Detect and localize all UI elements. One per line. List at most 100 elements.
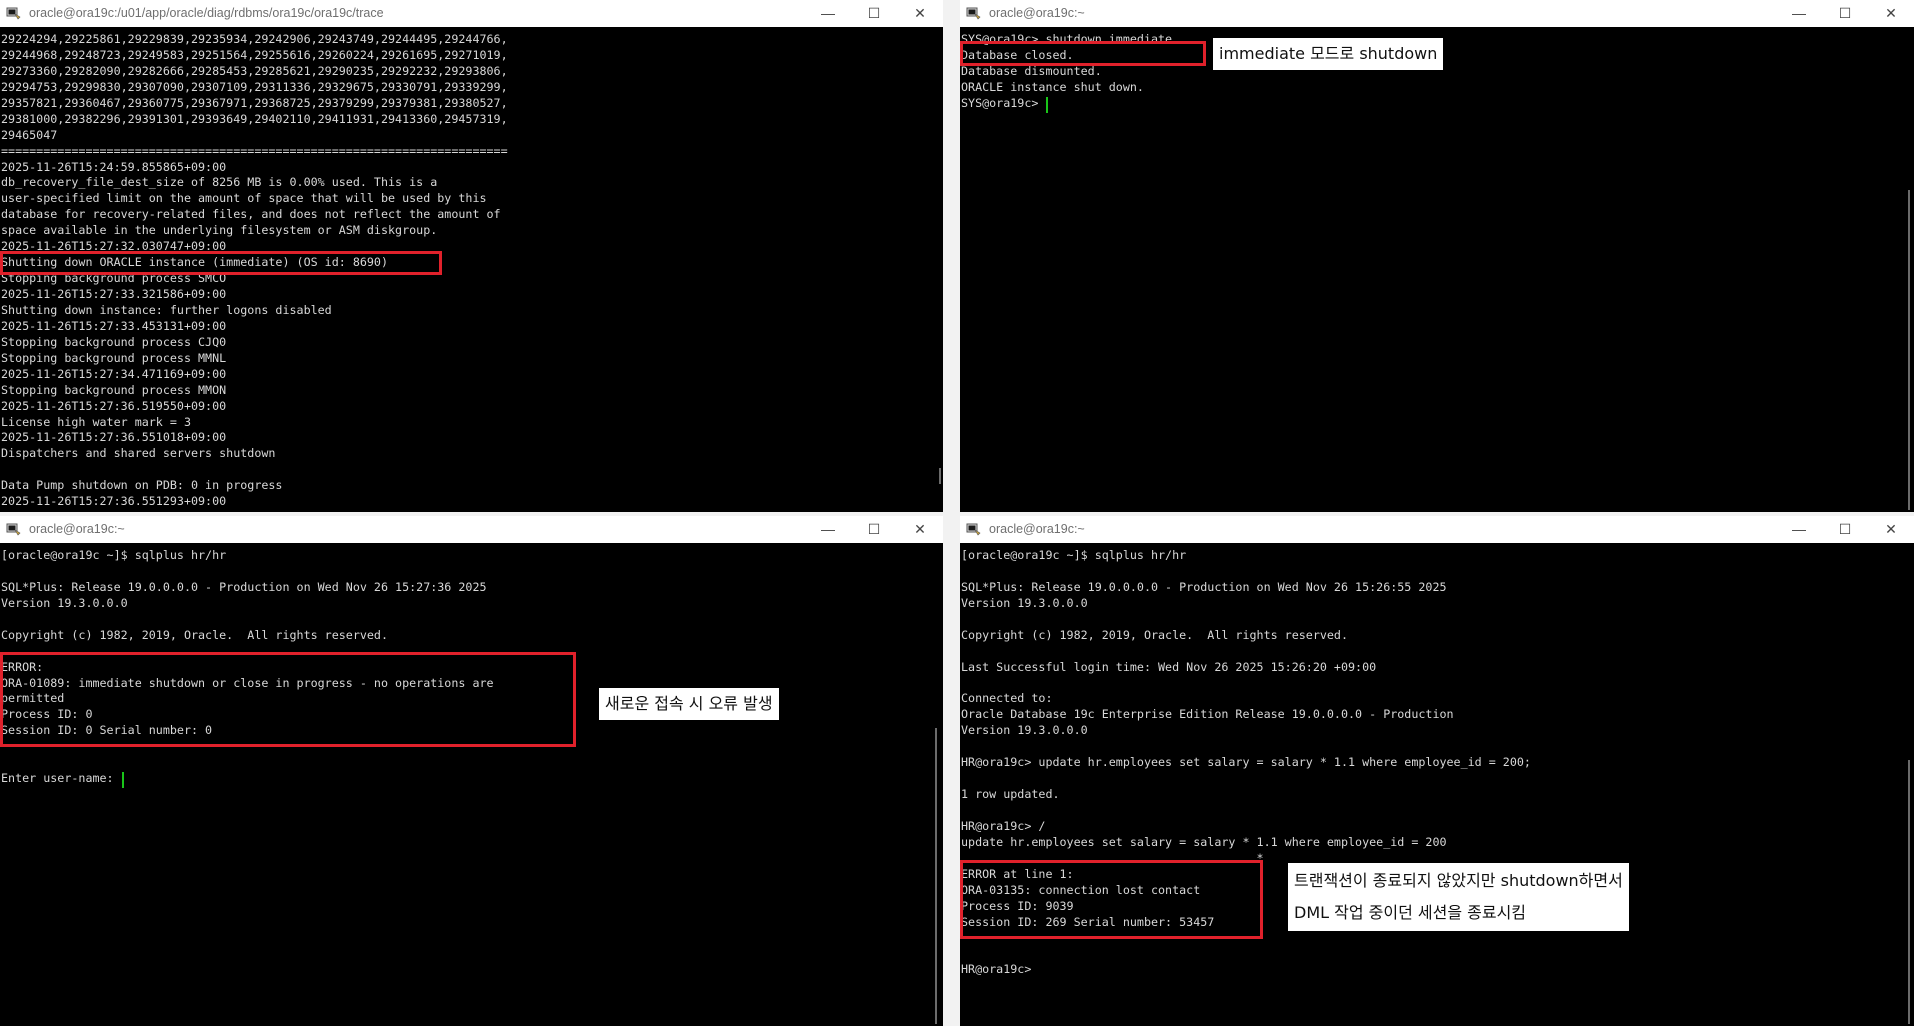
terminal-line: Dispatchers and shared servers shutdown — [1, 446, 276, 461]
prompt-line[interactable]: SYS@ora19c> — [961, 95, 1914, 113]
close-button[interactable]: ✕ — [1868, 0, 1914, 27]
titlebar[interactable]: oracle@ora19c:/u01/app/oracle/diag/rdbms… — [0, 0, 943, 27]
close-button[interactable]: ✕ — [897, 0, 943, 27]
text-cursor — [121, 772, 124, 789]
annotation-line-1: 트랜잭션이 종료되지 않았지만 shutdown하면서 — [1294, 871, 1623, 890]
terminal-line: 1 row updated. — [961, 787, 1060, 802]
terminal-line: 2025-11-26T15:27:36.519550+09:00 — [1, 398, 227, 413]
titlebar[interactable]: oracle@ora19c:~ — ☐ ✕ — [0, 516, 943, 543]
terminal-line: HR@ora19c> / — [961, 818, 1046, 833]
close-button[interactable]: ✕ — [897, 516, 943, 543]
minimize-button[interactable]: — — [805, 0, 851, 27]
scrollbar[interactable] — [1908, 190, 1910, 510]
terminal-line: [oracle@ora19c ~]$ sqlplus hr/hr — [961, 548, 1187, 562]
putty-icon — [966, 7, 981, 20]
terminal-line: 29294753,29299830,29307090,29307109,2931… — [1, 79, 508, 94]
annotation-new-connection-error: 새로운 접속 시 오류 발생 — [599, 688, 779, 720]
titlebar[interactable]: oracle@ora19c:~ — ☐ ✕ — [960, 0, 1914, 27]
prompt-text: SYS@ora19c> — [961, 95, 1046, 110]
terminal-line: Stopping background process MMNL — [1, 350, 227, 365]
titlebar[interactable]: oracle@ora19c:~ — ☐ ✕ — [960, 516, 1914, 543]
terminal-line: 29357821,29360467,29360775,29367971,2936… — [1, 95, 508, 110]
terminal-line: 29465047 — [1, 127, 58, 142]
window-sys-session: oracle@ora19c:~ — ☐ ✕ SYS@ora19c> shutdo… — [960, 0, 1914, 512]
prompt-line[interactable]: HR@ora19c> — [961, 962, 1914, 978]
minimize-button[interactable]: — — [805, 516, 851, 543]
terminal-line: Process ID: 0 — [1, 707, 93, 722]
annotation-shutdown-mode: immediate 모드로 shutdown — [1213, 38, 1444, 70]
terminal-line: 29381000,29382296,29391301,29393649,2940… — [1, 111, 508, 126]
scrollbar[interactable] — [935, 728, 937, 1024]
terminal-line: 2025-11-26T15:27:36.551018+09:00 — [1, 430, 227, 445]
terminal-line: 2025-11-26T15:27:34.471169+09:00 — [1, 366, 227, 381]
close-button[interactable]: ✕ — [1868, 516, 1914, 543]
terminal-output[interactable]: [oracle@ora19c ~]$ sqlplus hr/hr SQL*Plus… — [960, 543, 1914, 1026]
terminal-line: SQL*Plus: Release 19.0.0.0.0 - Productio… — [961, 579, 1447, 594]
terminal-line: Shutting down instance: further logons d… — [1, 302, 332, 317]
terminal-line: ERROR: — [1, 659, 44, 674]
annotation-session-terminated: 트랜잭션이 종료되지 않았지만 shutdown하면서 DML 작업 중이던 세… — [1288, 863, 1629, 931]
terminal-line: ORACLE instance shut down. — [961, 79, 1144, 94]
terminal-output[interactable]: 29224294,29225861,29229839,29235934,2924… — [0, 27, 943, 512]
terminal-line: db_recovery_file_dest_size of 8256 MB is… — [1, 175, 438, 190]
terminal-line: SQL*Plus: Release 19.0.0.0.0 - Productio… — [1, 579, 487, 594]
terminal-line: Connected to: — [961, 691, 1053, 706]
terminal-output[interactable]: [oracle@ora19c ~]$ sqlplus hr/hr SQL*Plus… — [0, 543, 943, 1026]
window-title: oracle@ora19c:~ — [29, 522, 125, 536]
terminal-line: Version 19.3.0.0.0 — [961, 595, 1088, 610]
window-title: oracle@ora19c:~ — [989, 6, 1085, 20]
terminal-line: License high water mark = 3 — [1, 414, 191, 429]
maximize-button[interactable]: ☐ — [1822, 0, 1868, 27]
terminal-line: update hr.employees set salary = salary … — [961, 834, 1447, 849]
terminal-line: Copyright (c) 1982, 2019, Oracle. All ri… — [1, 627, 389, 642]
terminal-line: HR@ora19c> update hr.employees set salar… — [961, 755, 1531, 770]
terminal-line: 2025-11-26T15:27:33.321586+09:00 — [1, 287, 227, 301]
terminal-line: 2025-11-26T15:27:36.551293+09:00 — [1, 494, 227, 509]
scrollbar[interactable] — [939, 468, 941, 484]
maximize-button[interactable]: ☐ — [851, 0, 897, 27]
window-hr-session: oracle@ora19c:~ — ☐ ✕ [oracle@ora19c ~]$… — [960, 516, 1914, 1026]
text-cursor — [1046, 96, 1049, 113]
scrollbar[interactable] — [1908, 760, 1910, 1024]
window-title: oracle@ora19c:/u01/app/oracle/diag/rdbms… — [29, 6, 384, 20]
maximize-button[interactable]: ☐ — [851, 516, 897, 543]
putty-icon — [6, 7, 21, 20]
terminal-line: user-specified limit on the amount of sp… — [1, 191, 487, 206]
window-gap-horizontal — [0, 512, 1914, 516]
terminal-line: permitted — [1, 691, 65, 706]
terminal-line: 2025-11-26T15:27:33.453131+09:00 — [1, 318, 227, 333]
maximize-button[interactable]: ☐ — [1822, 516, 1868, 543]
terminal-line: 29224294,29225861,29229839,29235934,2924… — [1, 32, 508, 46]
terminal-line: Data Pump shutdown on PDB: 0 in progress — [1, 478, 283, 493]
terminal-line: space available in the underlying filesy… — [1, 223, 438, 238]
terminal-line: Last Successful login time: Wed Nov 26 2… — [961, 659, 1377, 674]
terminal-line: 2025-11-26T15:24:59.855865+09:00 — [1, 159, 227, 174]
terminal-output[interactable]: SYS@ora19c> shutdown immediate Database c… — [960, 27, 1914, 512]
terminal-line: Stopping background process SMCO — [1, 271, 227, 286]
terminal-line: ========================================… — [1, 143, 508, 158]
prompt-line[interactable]: Enter user-name: — [1, 771, 943, 789]
minimize-button[interactable]: — — [1776, 516, 1822, 543]
terminal-line: Copyright (c) 1982, 2019, Oracle. All ri… — [961, 627, 1349, 642]
terminal-line: Shutting down ORACLE instance (immediate… — [1, 255, 389, 270]
terminal-line: Stopping background process CJQ0 — [1, 334, 227, 349]
terminal-line: Version 19.3.0.0.0 — [961, 723, 1088, 738]
minimize-button[interactable]: — — [1776, 0, 1822, 27]
window-title: oracle@ora19c:~ — [989, 522, 1085, 536]
terminal-line: [oracle@ora19c ~]$ sqlplus hr/hr — [1, 548, 227, 562]
putty-icon — [966, 523, 981, 536]
terminal-line: Stopping background process MMON — [1, 382, 227, 397]
terminal-line: 2025-11-26T15:27:32.030747+09:00 — [1, 239, 227, 254]
